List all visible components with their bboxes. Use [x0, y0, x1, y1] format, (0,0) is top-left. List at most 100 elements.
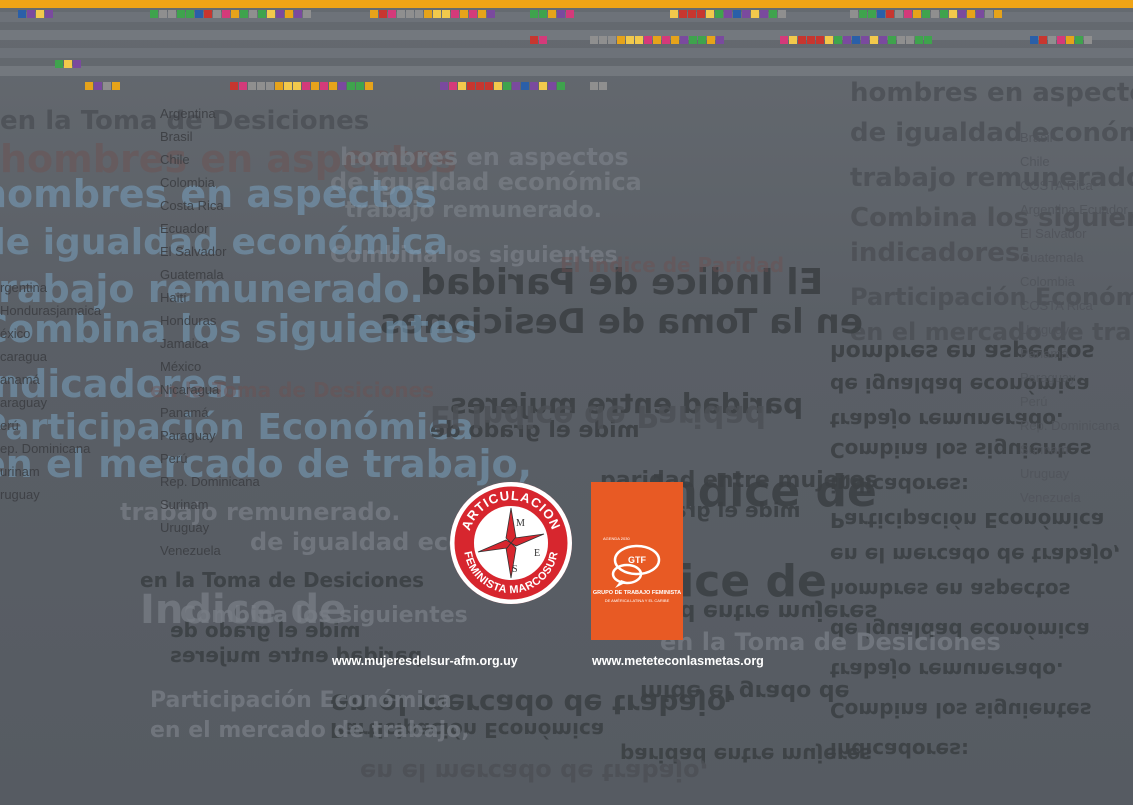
pixel-square [424, 10, 432, 18]
afm-website-link[interactable]: www.mujeresdelsur-afm.org.uy [332, 654, 518, 668]
country-label: COSTA Rica [1020, 298, 1093, 313]
pixel-square [807, 36, 815, 44]
pixel-square [85, 82, 93, 90]
pixel-square [976, 10, 984, 18]
background-phrase: en la Toma de Desiciones [660, 628, 1001, 656]
pixel-square [329, 82, 337, 90]
pixel-square [879, 36, 887, 44]
pixel-square [1039, 36, 1047, 44]
pixel-square [742, 10, 750, 18]
pixel-square [397, 10, 405, 18]
pixel-square [356, 82, 364, 90]
pixel-square [36, 10, 44, 18]
pixel-square [698, 36, 706, 44]
pixel-square [73, 60, 81, 68]
country-label: Venezuela [1020, 490, 1081, 505]
pixel-square [230, 82, 238, 90]
country-label: Colombia [160, 175, 215, 190]
country-label: erú [0, 418, 19, 433]
country-label: anamá [0, 372, 40, 387]
pixel-square [994, 10, 1002, 18]
pixel-square [112, 82, 120, 90]
pixel-square [1084, 36, 1092, 44]
pixel-square [476, 82, 484, 90]
pixel-square [688, 10, 696, 18]
pixel-square [530, 36, 538, 44]
pixel-square [18, 10, 26, 18]
pixel-square [539, 82, 547, 90]
pixel-square [440, 82, 448, 90]
pixel-square [931, 10, 939, 18]
pixel-square [924, 36, 932, 44]
stripe [0, 66, 1133, 76]
pixel-square [789, 36, 797, 44]
pixel-square [697, 10, 705, 18]
pixel-square [240, 10, 248, 18]
pixel-square [915, 36, 923, 44]
pixel-square [566, 10, 574, 18]
pixel-square [275, 82, 283, 90]
country-label: Venezuela [160, 543, 221, 558]
pixel-square [415, 10, 423, 18]
pixel-square [494, 82, 502, 90]
stripe [0, 48, 1133, 58]
pixel-square [798, 36, 806, 44]
pixel-square [843, 36, 851, 44]
pixel-square [904, 10, 912, 18]
pixel-square [204, 10, 212, 18]
country-label: rgentina [0, 280, 47, 295]
background-phrase: trabajo remunerado. [830, 658, 1064, 682]
pixel-square [168, 10, 176, 18]
pixel-square [599, 82, 607, 90]
pixel-square [1066, 36, 1074, 44]
country-label: éxico [0, 326, 31, 341]
country-label: urinam [0, 464, 40, 479]
pixel-square [530, 10, 538, 18]
pixel-square [940, 10, 948, 18]
country-label: caragua [0, 349, 47, 364]
country-label: Paraguay [160, 428, 216, 443]
country-label: Argentina Ecuador [1020, 202, 1128, 217]
country-label: ep. Dominicana [0, 441, 91, 456]
gtf-website-link[interactable]: www.meteteconlasmetas.org [592, 654, 764, 668]
pixel-square [590, 36, 598, 44]
pixel-square [557, 82, 565, 90]
pixel-square [539, 10, 547, 18]
country-label: Haití [160, 290, 187, 305]
country-label: Perú [1020, 394, 1048, 409]
pixel-square [503, 82, 511, 90]
pixel-square [539, 36, 547, 44]
pixel-square [886, 10, 894, 18]
pixel-square [303, 10, 311, 18]
pixel-square [458, 82, 466, 90]
pixel-square [859, 10, 867, 18]
background-phrase: en el mercado de trabajo, [830, 543, 1121, 567]
pixel-square [213, 10, 221, 18]
country-label: Costa Rica [160, 198, 224, 213]
pixel-square [248, 82, 256, 90]
pixel-square [45, 10, 53, 18]
afm-logo: ARTICULACION FEMINISTA MARCOSUR M E S [450, 482, 572, 604]
pixel-square [311, 82, 319, 90]
gtf-title: GRUPO DE TRABAJO FEMINISTA [593, 590, 681, 596]
pixel-square [530, 82, 538, 90]
pixel-square [724, 10, 732, 18]
pixel-square [276, 10, 284, 18]
pixel-square [267, 10, 275, 18]
country-label: Brasil [160, 129, 193, 144]
pixel-square [662, 36, 670, 44]
pixel-square [548, 10, 556, 18]
pixel-square [769, 10, 777, 18]
background-phrase: Participación Económica [150, 688, 452, 713]
pixel-square [608, 36, 616, 44]
pixel-square [922, 10, 930, 18]
country-label: Hondurasjamaica [0, 303, 102, 318]
gtf-logo-mark: AGENDA 2030 GTF GRUPO DE TRABAJO FEMINIS… [593, 536, 681, 603]
pixel-square [460, 10, 468, 18]
pixel-square [266, 82, 274, 90]
pixel-square [231, 10, 239, 18]
pixel-square [406, 10, 414, 18]
pixel-square [159, 10, 167, 18]
country-label: Jamaica [160, 336, 209, 351]
country-label: Uruguay [1020, 466, 1070, 481]
